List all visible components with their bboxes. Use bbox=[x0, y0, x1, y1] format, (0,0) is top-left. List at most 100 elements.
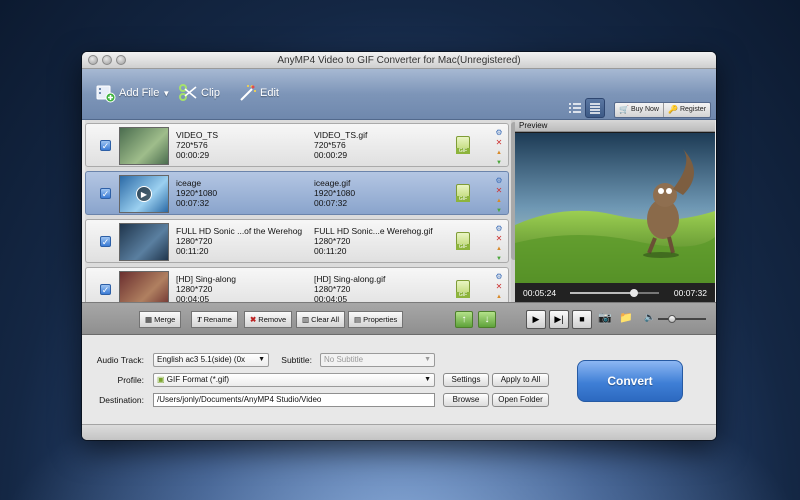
gear-icon[interactable]: ⚙ bbox=[495, 129, 503, 137]
play-overlay-icon[interactable]: ▶ bbox=[136, 186, 152, 202]
title-bar: AnyMP4 Video to GIF Converter for Mac(Un… bbox=[82, 52, 716, 69]
source-info: iceage 1920*1080 00:07:32 bbox=[176, 178, 306, 208]
source-info: [HD] Sing-along 1280*720 00:04:05 bbox=[176, 274, 306, 302]
register-button[interactable]: 🔑 Register bbox=[662, 103, 710, 117]
gear-icon[interactable]: ⚙ bbox=[495, 225, 503, 233]
output-info: iceage.gif 1920*1080 00:07:32 bbox=[314, 178, 444, 208]
chevron-down-icon[interactable]: ▼ bbox=[162, 89, 170, 98]
close-icon[interactable]: ✕ bbox=[495, 187, 503, 195]
file-row[interactable]: ✓ [HD] Sing-along 1280*720 00:04:05 [HD]… bbox=[85, 267, 509, 302]
edit-button[interactable]: Edit bbox=[237, 83, 279, 103]
clear-all-icon: ▥ bbox=[302, 315, 310, 324]
register-label: Register bbox=[679, 106, 707, 113]
stop-button[interactable]: ■ bbox=[572, 310, 592, 329]
list-view-button[interactable] bbox=[564, 98, 584, 118]
minimize-window-button[interactable] bbox=[102, 55, 112, 65]
settings-button[interactable]: Settings bbox=[443, 373, 489, 387]
remove-button[interactable]: ✖ Remove bbox=[244, 311, 293, 328]
add-file-button[interactable]: Add File ▼ bbox=[96, 83, 170, 103]
gear-icon[interactable]: ⚙ bbox=[495, 177, 503, 185]
stop-icon: ■ bbox=[579, 314, 585, 324]
gif-badge: GIF bbox=[456, 196, 470, 202]
source-duration: 00:04:05 bbox=[176, 294, 210, 302]
detail-view-icon bbox=[590, 103, 600, 114]
gif-format-icon[interactable]: GIF bbox=[456, 280, 470, 298]
play-button[interactable]: ▶ bbox=[526, 310, 546, 329]
seek-handle[interactable] bbox=[630, 289, 639, 297]
snapshot-button[interactable]: 📷 bbox=[598, 311, 612, 324]
volume-slider[interactable] bbox=[658, 315, 706, 323]
file-checkbox[interactable]: ✓ bbox=[100, 236, 111, 247]
clear-all-button[interactable]: ▥ Clear All bbox=[296, 311, 346, 328]
audio-track-select[interactable]: English ac3 5.1(side) (0x ▼ bbox=[153, 353, 269, 367]
volume-button[interactable]: 🔈 bbox=[644, 312, 655, 323]
file-row[interactable]: ✓ VIDEO_TS 720*576 00:00:29 VIDEO_TS.gif… bbox=[85, 123, 509, 167]
arrow-up-icon[interactable]: ▲ bbox=[495, 197, 503, 205]
properties-button[interactable]: ▤ Properties bbox=[348, 311, 404, 328]
move-down-button[interactable]: ↓ bbox=[478, 311, 496, 328]
zoom-window-button[interactable] bbox=[116, 55, 126, 65]
row-actions: ⚙ ✕ ▲ ▼ bbox=[495, 177, 503, 215]
app-window: AnyMP4 Video to GIF Converter for Mac(Un… bbox=[82, 52, 716, 440]
source-duration: 00:11:20 bbox=[176, 246, 209, 256]
clear-all-label: Clear All bbox=[311, 315, 340, 324]
buy-now-button[interactable]: 🛒 Buy Now bbox=[615, 103, 663, 117]
source-duration: 00:07:32 bbox=[176, 198, 210, 208]
arrow-down-icon: ↓ bbox=[484, 314, 490, 325]
rename-label: Rename bbox=[203, 315, 232, 324]
arrow-up-icon[interactable]: ▲ bbox=[495, 293, 503, 301]
list-view-icon bbox=[569, 103, 581, 113]
volume-handle[interactable] bbox=[668, 315, 676, 323]
open-snapshot-folder-button[interactable]: 📁 bbox=[619, 311, 633, 324]
chevron-down-icon: ▼ bbox=[424, 376, 431, 383]
convert-button[interactable]: Convert bbox=[577, 360, 683, 402]
gif-format-icon[interactable]: GIF bbox=[456, 184, 470, 202]
file-row[interactable]: ✓ FULL HD Sonic ...of the Werehog 1280*7… bbox=[85, 219, 509, 263]
close-icon[interactable]: ✕ bbox=[495, 283, 503, 291]
merge-icon: ▦ bbox=[145, 315, 153, 324]
clip-button[interactable]: Clip bbox=[178, 83, 220, 103]
arrow-down-icon[interactable]: ▼ bbox=[495, 159, 503, 167]
close-icon[interactable]: ✕ bbox=[495, 235, 503, 243]
detail-view-button[interactable] bbox=[585, 98, 605, 118]
close-icon[interactable]: ✕ bbox=[495, 139, 503, 147]
seek-bar[interactable] bbox=[570, 289, 659, 297]
output-duration: 00:07:32 bbox=[314, 198, 348, 208]
file-row[interactable]: ✓ ▶ iceage 1920*1080 00:07:32 iceage.gif… bbox=[85, 171, 509, 215]
profile-select[interactable]: ▣ GIF Format (*.gif) ▼ bbox=[153, 373, 435, 387]
rename-button[interactable]: T Rename bbox=[191, 311, 238, 328]
browse-button[interactable]: Browse bbox=[443, 393, 489, 407]
move-up-button[interactable]: ↑ bbox=[455, 311, 473, 328]
preview-video bbox=[515, 133, 715, 283]
arrow-up-icon[interactable]: ▲ bbox=[495, 245, 503, 253]
seek-progress bbox=[570, 292, 635, 294]
arrow-up-icon[interactable]: ▲ bbox=[495, 149, 503, 157]
cart-icon: 🛒 bbox=[619, 105, 629, 114]
output-resolution: 1920*1080 bbox=[314, 188, 356, 198]
row-actions: ⚙ ✕ ▲ ▼ bbox=[495, 129, 503, 167]
next-frame-button[interactable]: ▶| bbox=[549, 310, 569, 329]
open-folder-button[interactable]: Open Folder bbox=[492, 393, 549, 407]
apply-to-all-button[interactable]: Apply to All bbox=[492, 373, 549, 387]
merge-label: Merge bbox=[154, 315, 176, 324]
output-duration: 00:04:05 bbox=[314, 294, 348, 302]
gear-icon[interactable]: ⚙ bbox=[495, 273, 503, 281]
arrow-down-icon[interactable]: ▼ bbox=[495, 207, 503, 215]
scissors-icon bbox=[179, 84, 197, 101]
close-window-button[interactable] bbox=[88, 55, 98, 65]
preview-panel: Preview 00:05:24 00:07:32 bbox=[515, 120, 715, 303]
file-checkbox[interactable]: ✓ bbox=[100, 188, 111, 199]
destination-field[interactable]: /Users/jonly/Documents/AnyMP4 Studio/Vid… bbox=[153, 393, 435, 407]
source-name: iceage bbox=[176, 178, 202, 188]
gif-format-icon[interactable]: GIF bbox=[456, 136, 470, 154]
source-duration: 00:00:29 bbox=[176, 150, 210, 160]
merge-button[interactable]: ▦ Merge bbox=[139, 311, 182, 328]
file-checkbox[interactable]: ✓ bbox=[100, 140, 111, 151]
subtitle-label: Subtitle: bbox=[281, 355, 312, 365]
subtitle-select[interactable]: No Subtitle ▼ bbox=[320, 353, 435, 367]
output-name: iceage.gif bbox=[314, 178, 351, 188]
arrow-down-icon[interactable]: ▼ bbox=[495, 255, 503, 263]
gif-format-icon[interactable]: GIF bbox=[456, 232, 470, 250]
file-checkbox[interactable]: ✓ bbox=[100, 284, 111, 295]
source-info: VIDEO_TS 720*576 00:00:29 bbox=[176, 130, 306, 160]
